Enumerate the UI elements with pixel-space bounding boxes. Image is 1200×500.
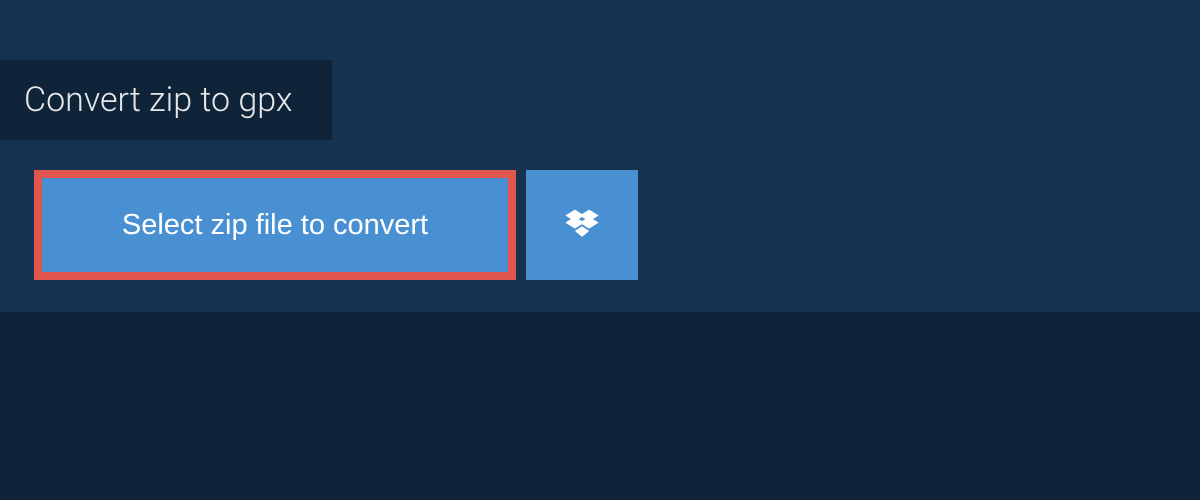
tab-header: Convert zip to gpx (0, 60, 332, 140)
converter-panel: Convert zip to gpx Select zip file to co… (0, 0, 1200, 312)
dropbox-icon (563, 206, 601, 244)
select-file-label: Select zip file to convert (122, 209, 428, 242)
button-row: Select zip file to convert (34, 170, 638, 280)
select-file-button[interactable]: Select zip file to convert (42, 178, 508, 272)
dropbox-button[interactable] (526, 170, 638, 280)
tab-title: Convert zip to gpx (24, 80, 292, 120)
select-file-highlight: Select zip file to convert (34, 170, 516, 280)
